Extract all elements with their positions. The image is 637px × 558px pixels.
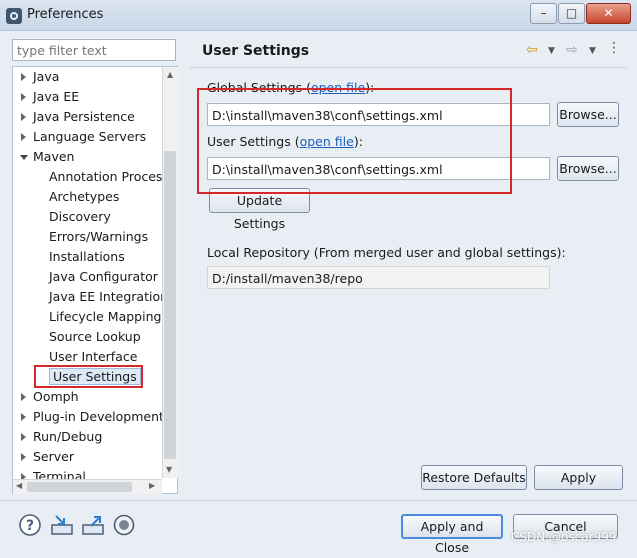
tree-item-label: Archetypes	[49, 189, 120, 204]
restore-defaults-button[interactable]: Restore Defaults	[421, 465, 527, 490]
tree-item[interactable]: Java	[21, 67, 60, 87]
global-browse-button[interactable]: Browse...	[557, 102, 619, 127]
page-title: User Settings	[202, 43, 310, 59]
tree-item[interactable]: Java Persistence	[21, 107, 135, 127]
collapsed-arrow-icon[interactable]	[21, 93, 26, 101]
filter-input[interactable]	[12, 39, 176, 61]
collapsed-arrow-icon[interactable]	[21, 113, 26, 121]
tree-item[interactable]: Oomph	[21, 387, 79, 407]
footer-separator	[0, 500, 637, 501]
tree-item-label: Language Servers	[33, 129, 147, 144]
record-icon[interactable]	[112, 513, 136, 537]
tree-item-label: Source Lookup	[49, 329, 141, 344]
import-icon[interactable]	[50, 513, 74, 537]
collapsed-arrow-icon[interactable]	[21, 133, 26, 141]
apply-and-close-button[interactable]: Apply and Close	[401, 514, 503, 555]
tree-item-label: Discovery	[49, 209, 111, 224]
forward-menu-icon[interactable]: ▼	[589, 46, 596, 56]
tree-horizontal-scrollbar[interactable]: ◀ ▶	[13, 479, 162, 494]
tree-item-label: Java	[33, 69, 60, 84]
tree-item[interactable]: Lifecycle Mappings	[49, 307, 168, 327]
tree-item-label: Lifecycle Mappings	[49, 309, 168, 324]
minimize-button[interactable]: –	[530, 3, 557, 24]
svg-text:?: ?	[26, 518, 34, 534]
tree-item-label: Run/Debug	[33, 429, 103, 444]
selected-item-highlight	[34, 365, 143, 388]
tree-item-label: Java EE	[33, 89, 80, 104]
window-title: Preferences	[27, 7, 104, 22]
tree-item[interactable]: Java EE	[21, 87, 80, 107]
maximize-button[interactable]: □	[558, 3, 585, 24]
back-menu-icon[interactable]: ▼	[548, 46, 555, 56]
tree-item[interactable]: Run/Debug	[21, 427, 103, 447]
tree-item-label: Errors/Warnings	[49, 229, 149, 244]
preference-tree: Java Java EE Java Persistence Language Serv…	[12, 66, 178, 494]
scroll-thumb[interactable]	[164, 151, 176, 459]
tree-item-label: Plug-in Development	[33, 409, 164, 424]
tree-item-label: Annotation Process	[49, 169, 169, 184]
tree-item[interactable]: Server	[21, 447, 74, 467]
app-icon	[6, 8, 22, 24]
tree-item-label: Oomph	[33, 389, 79, 404]
scroll-right-arrow-icon[interactable]: ▶	[149, 481, 155, 490]
tree-vertical-scrollbar[interactable]: ▲ ▼	[162, 67, 178, 478]
scroll-left-arrow-icon[interactable]: ◀	[16, 481, 22, 490]
tree-item[interactable]: Annotation Process	[49, 167, 169, 187]
tree-item[interactable]: Maven	[20, 147, 75, 167]
help-icon[interactable]: ?	[18, 513, 42, 537]
tree-item[interactable]: Language Servers	[21, 127, 147, 147]
tree-item[interactable]: Discovery	[49, 207, 111, 227]
collapsed-arrow-icon[interactable]	[21, 393, 26, 401]
tree-item[interactable]: User Interface	[49, 347, 137, 367]
tree-item-label: Maven	[33, 149, 75, 164]
highlight-box	[197, 88, 512, 194]
tree-item[interactable]: Archetypes	[49, 187, 119, 207]
expanded-arrow-icon[interactable]	[20, 155, 28, 160]
collapsed-arrow-icon[interactable]	[21, 73, 26, 81]
forward-arrow-icon[interactable]: ⇨	[566, 42, 578, 58]
tree-item[interactable]: Java Configurator	[49, 267, 158, 287]
back-arrow-icon[interactable]: ⇦	[526, 42, 538, 58]
scroll-up-arrow-icon[interactable]: ▲	[167, 70, 173, 79]
watermark: CSDN @oscar999	[511, 530, 617, 544]
collapsed-arrow-icon[interactable]	[21, 453, 26, 461]
tree-item-label: Java Persistence	[33, 109, 135, 124]
tree-item[interactable]: Java EE Integration	[49, 287, 168, 307]
scroll-down-arrow-icon[interactable]: ▼	[166, 465, 172, 474]
tree-item[interactable]: Errors/Warnings	[49, 227, 148, 247]
view-menu-icon[interactable]: ⋮	[607, 40, 621, 56]
local-repo-label: Local Repository (From merged user and g…	[207, 245, 566, 260]
tree-item[interactable]: Source Lookup	[49, 327, 141, 347]
tree-item[interactable]: Installations	[49, 247, 125, 267]
tree-item-label: User Interface	[49, 349, 138, 364]
export-icon[interactable]	[81, 513, 105, 537]
tree-item[interactable]: Plug-in Development	[21, 407, 164, 427]
header-separator	[190, 67, 627, 68]
apply-button[interactable]: Apply	[534, 465, 623, 490]
tree-item-label: Java Configurator	[49, 269, 158, 284]
tree-item-label: Installations	[49, 249, 125, 264]
close-button[interactable]: ✕	[586, 3, 631, 24]
hscroll-thumb[interactable]	[27, 482, 132, 492]
collapsed-arrow-icon[interactable]	[21, 433, 26, 441]
tree-item-label: Server	[33, 449, 74, 464]
user-browse-button[interactable]: Browse...	[557, 156, 619, 181]
collapsed-arrow-icon[interactable]	[21, 413, 26, 421]
local-repo-field: D:/install/maven38/repo	[207, 266, 550, 289]
tree-item-label: Java EE Integration	[49, 289, 169, 304]
